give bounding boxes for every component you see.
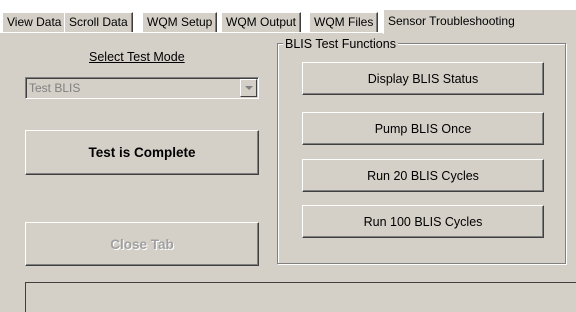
display-blis-status-button[interactable]: Display BLIS Status [302,62,544,95]
tab-wqm-output[interactable]: WQM Output [221,12,302,32]
run-100-blis-cycles-button[interactable]: Run 100 BLIS Cycles [302,205,544,238]
test-complete-button[interactable]: Test is Complete [25,130,259,175]
pump-blis-once-button[interactable]: Pump BLIS Once [302,112,544,145]
tab-wqm-files[interactable]: WQM Files [309,12,379,32]
tab-scroll-data[interactable]: Scroll Data [64,12,133,32]
tab-sensor-troubleshooting[interactable]: Sensor Troubleshooting [383,9,576,34]
test-mode-dropdown[interactable]: Test BLIS [25,77,259,99]
close-tab-button: Close Tab [25,222,259,266]
run-20-blis-cycles-button[interactable]: Run 20 BLIS Cycles [302,159,544,192]
blis-test-functions-title: BLIS Test Functions [283,37,398,51]
tab-wqm-setup[interactable]: WQM Setup [142,12,218,32]
select-test-mode-label: Select Test Mode [89,50,185,64]
output-box [25,282,576,312]
test-mode-value: Test BLIS [29,81,81,95]
chevron-down-icon[interactable] [240,79,257,97]
tab-view-data[interactable]: View Data [2,12,67,32]
tab-strip: View Data Scroll Data WQM Setup WQM Outp… [0,0,576,34]
